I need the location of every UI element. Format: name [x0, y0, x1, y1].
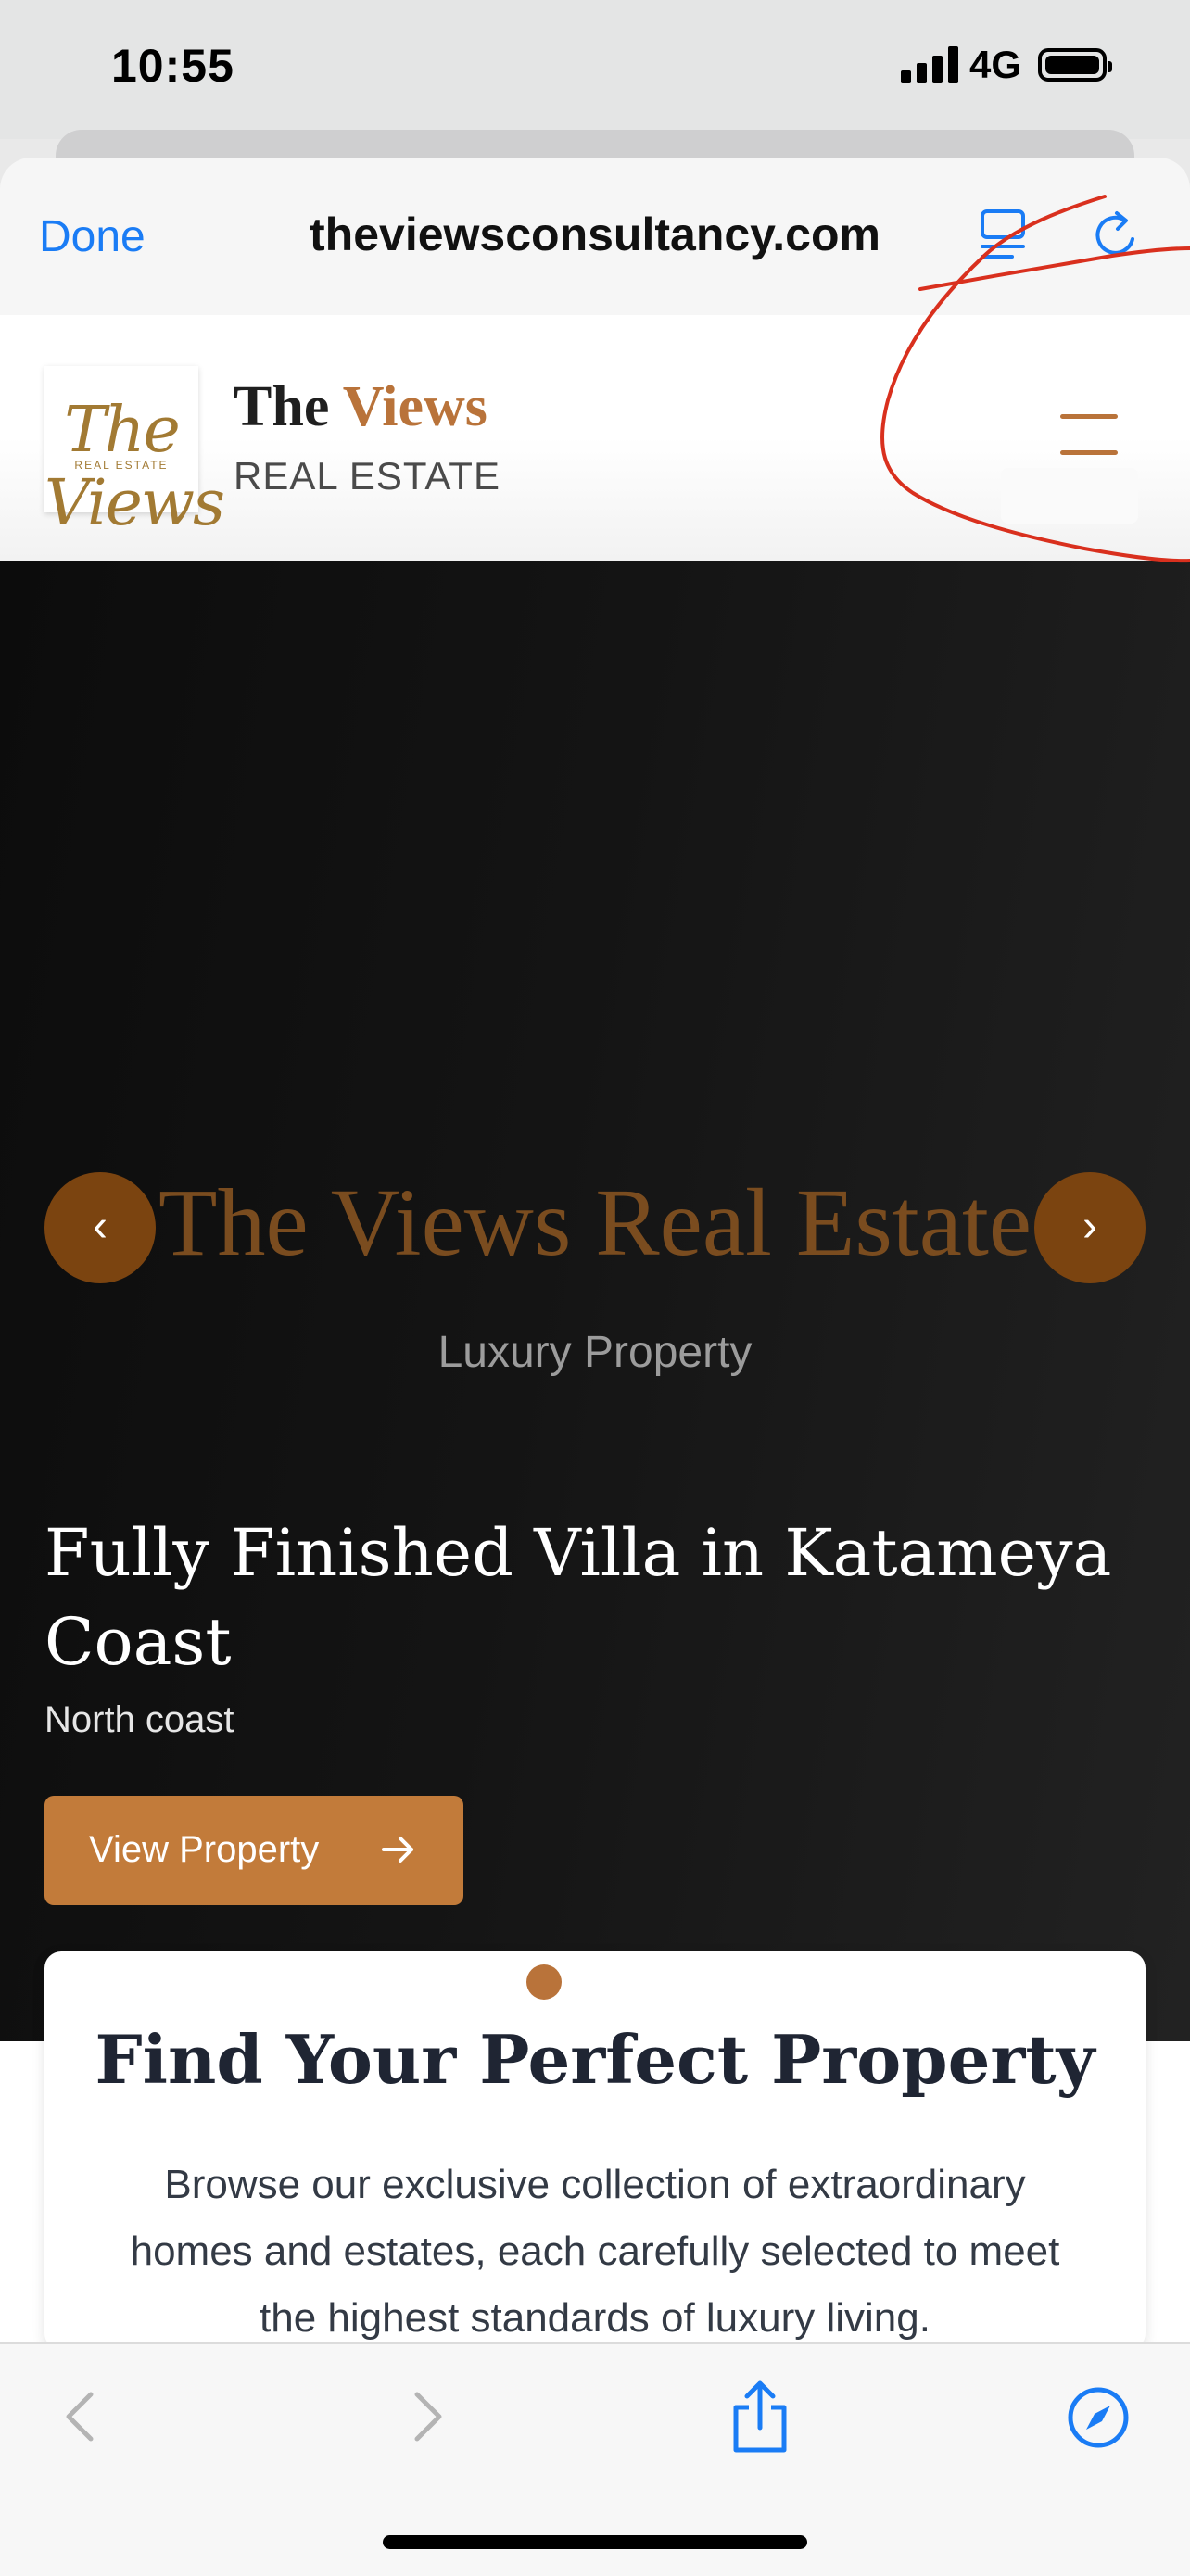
card-body-text: Browse our exclusive collection of extra… — [130, 2162, 1060, 2341]
reload-icon[interactable] — [1088, 206, 1146, 263]
slide-property-location: North coast — [44, 1699, 234, 1740]
brand-word-views: Views — [342, 375, 487, 438]
battery-icon — [1038, 48, 1112, 82]
card-title: Find Your Perfect Property — [95, 2020, 1095, 2099]
card-dot-indicator — [526, 1964, 562, 2000]
brand-subtitle: REAL ESTATE — [234, 454, 500, 498]
share-icon[interactable] — [725, 2380, 795, 2456]
compass-icon[interactable] — [1066, 2385, 1131, 2450]
next-slide-button[interactable]: › — [1034, 1172, 1146, 1283]
view-property-label: View Property — [89, 1829, 320, 1870]
arrow-right-icon — [382, 1837, 413, 1863]
site-logo[interactable]: The Views REAL ESTATE — [44, 366, 225, 540]
back-icon[interactable] — [57, 2389, 104, 2444]
hero-subtitle: Luxury Property — [437, 1328, 753, 1377]
forward-icon[interactable] — [404, 2389, 450, 2444]
brand-word-the: The — [234, 375, 330, 438]
status-time: 10:55 — [111, 40, 234, 92]
previous-slide-button[interactable]: ‹ — [44, 1172, 156, 1283]
brand-title[interactable]: The Views — [234, 374, 487, 440]
hamburger-menu-icon[interactable] — [1060, 412, 1121, 459]
header-highlight — [1001, 468, 1138, 524]
network-type: 4G — [969, 43, 1022, 86]
reader-mode-icon[interactable] — [979, 208, 1034, 263]
logo-subtext: REAL ESTATE — [74, 459, 169, 472]
home-indicator — [383, 2535, 807, 2549]
slide-property-title: Fully Finished Villa in Katameya Coast — [44, 1515, 1112, 1680]
view-property-button[interactable]: View Property — [44, 1796, 463, 1905]
hero-title: The Views Real Estate — [158, 1169, 1032, 1276]
signal-strength-icon — [901, 46, 960, 83]
